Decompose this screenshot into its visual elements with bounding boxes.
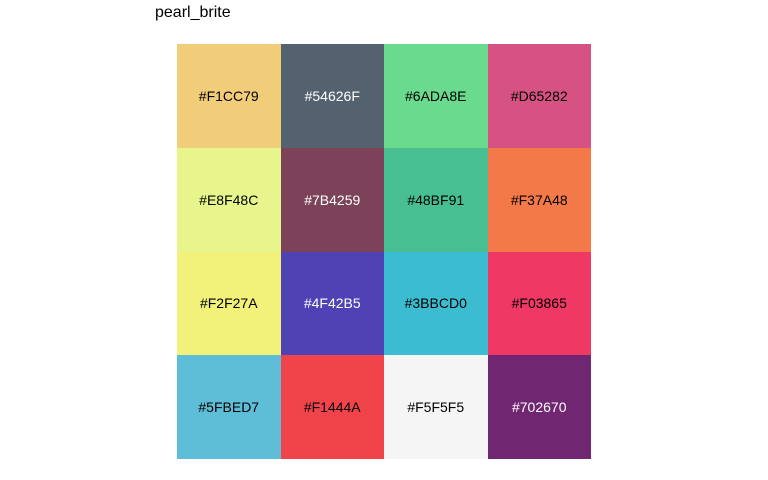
swatch-hex-label: #48BF91 (407, 191, 465, 208)
palette-grid: #F1CC79 #54626F #6ADA8E #D65282 #E8F48C #7B42… (177, 44, 591, 459)
color-swatch: #702670 (487, 355, 591, 459)
chart-title: pearl_brite (155, 4, 231, 21)
swatch-hex-label: #5FBED7 (198, 399, 260, 416)
color-swatch: #48BF91 (384, 147, 488, 252)
swatch-hex-label: #4F42B5 (303, 295, 361, 312)
color-swatch: #F1444A (280, 355, 384, 459)
color-swatch: #7B4259 (280, 147, 384, 252)
swatch-hex-label: #F1444A (303, 399, 361, 416)
color-swatch: #3BBCD0 (384, 251, 488, 356)
color-swatch: #5FBED7 (177, 355, 281, 459)
swatch-hex-label: #F5F5F5 (407, 399, 465, 416)
color-swatch: #E8F48C (177, 147, 281, 252)
swatch-hex-label: #D65282 (510, 87, 568, 104)
swatch-hex-label: #F37A48 (510, 191, 568, 208)
color-swatch: #4F42B5 (280, 251, 384, 356)
swatch-hex-label: #3BBCD0 (404, 295, 467, 312)
color-swatch: #6ADA8E (384, 44, 488, 148)
color-swatch: #54626F (280, 44, 384, 148)
swatch-hex-label: #702670 (511, 399, 567, 416)
swatch-hex-label: #E8F48C (199, 191, 259, 208)
color-swatch: #F37A48 (487, 147, 591, 252)
swatch-hex-label: #F03865 (511, 295, 567, 312)
color-swatch: #F5F5F5 (384, 355, 488, 459)
swatch-hex-label: #54626F (304, 87, 360, 104)
swatch-hex-label: #F2F27A (199, 295, 258, 312)
swatch-hex-label: #F1CC79 (198, 87, 259, 104)
color-swatch: #D65282 (487, 44, 591, 148)
color-swatch: #F03865 (487, 251, 591, 356)
swatch-hex-label: #6ADA8E (405, 87, 467, 104)
color-swatch: #F2F27A (177, 251, 281, 356)
swatch-hex-label: #7B4259 (304, 191, 361, 208)
color-swatch: #F1CC79 (177, 44, 281, 148)
